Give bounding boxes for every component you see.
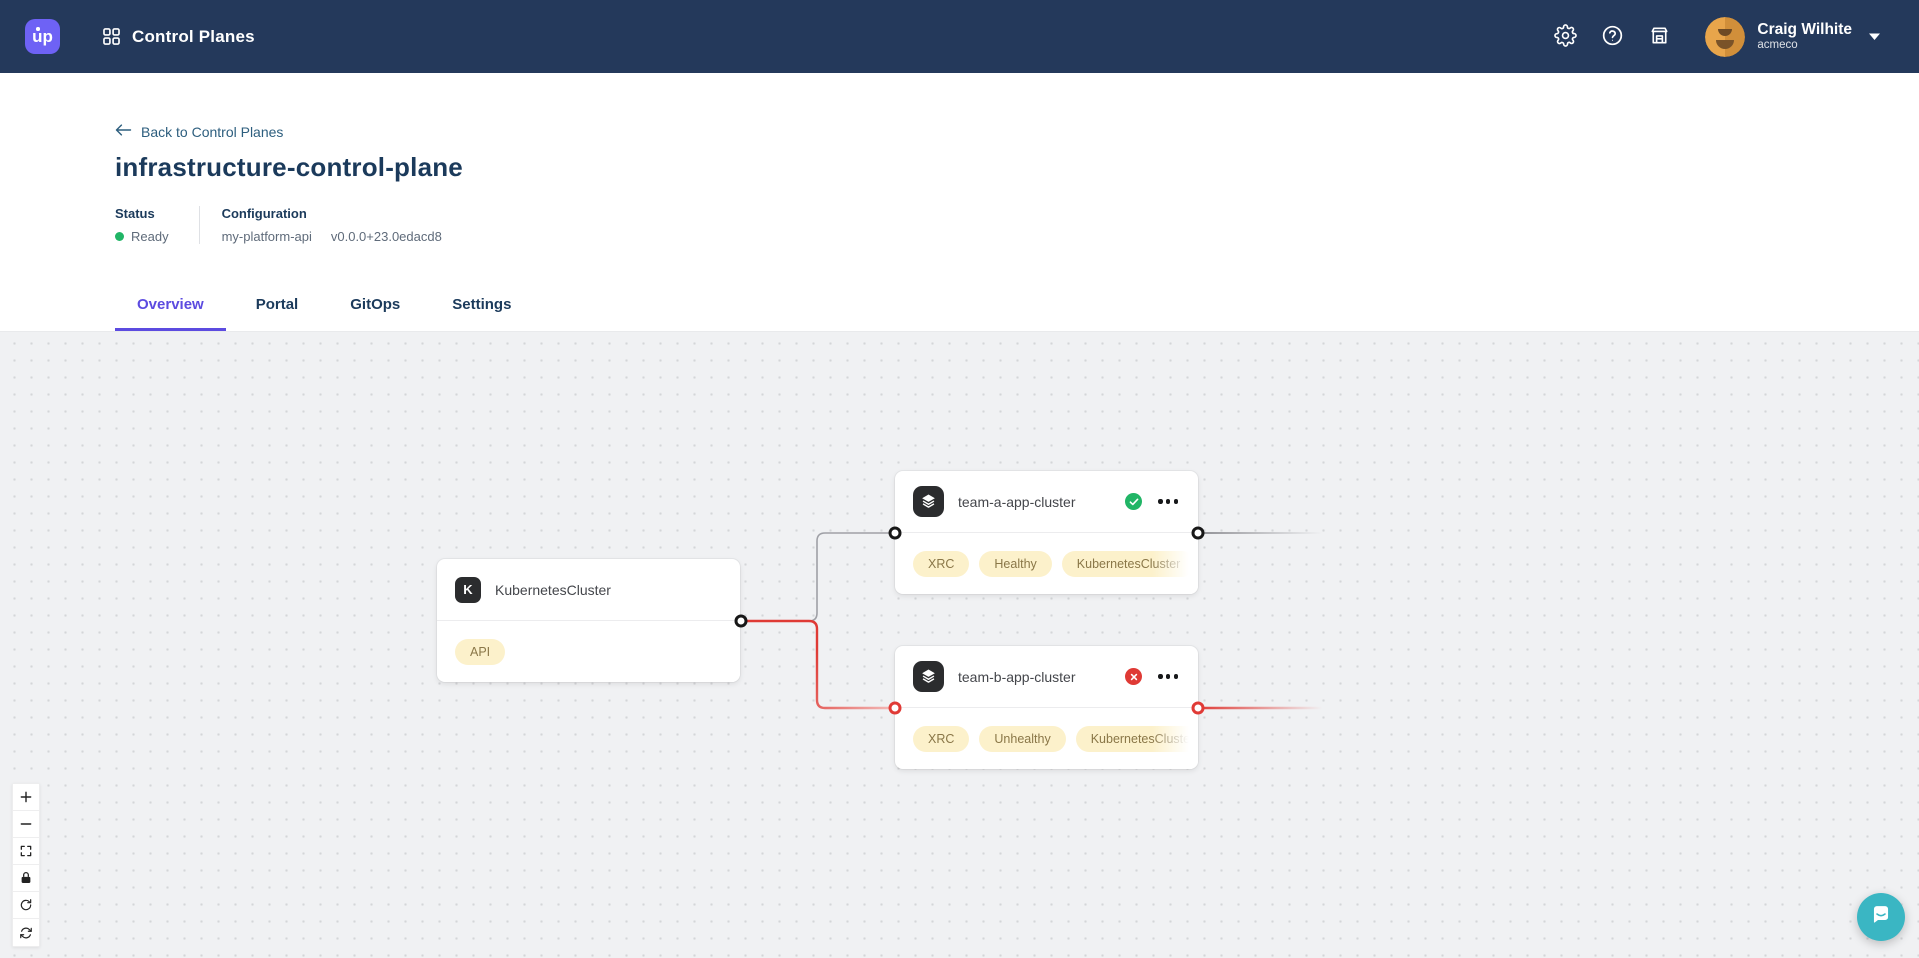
kubernetes-k-icon: K bbox=[455, 577, 481, 603]
tag-xrc: XRC bbox=[913, 726, 969, 752]
tag-kubernetescluster: KubernetesCluster bbox=[1062, 551, 1196, 577]
back-link[interactable]: Back to Control Planes bbox=[115, 123, 283, 140]
storefront-icon bbox=[1648, 24, 1671, 50]
logo-text: up bbox=[32, 27, 53, 47]
rotate-icon bbox=[19, 898, 33, 912]
back-link-label: Back to Control Planes bbox=[141, 124, 283, 140]
page-header: Back to Control Planes infrastructure-co… bbox=[0, 73, 1919, 332]
tab-overview[interactable]: Overview bbox=[115, 284, 226, 331]
tab-bar: Overview Portal GitOps Settings bbox=[115, 284, 533, 331]
status-ready-dot bbox=[115, 232, 124, 241]
tag-xrc: XRC bbox=[913, 551, 969, 577]
graph-edges bbox=[0, 332, 1919, 958]
status-label: Status bbox=[115, 206, 169, 221]
healthy-check-icon bbox=[1125, 493, 1142, 510]
tab-gitops[interactable]: GitOps bbox=[328, 284, 422, 331]
app-title: Control Planes bbox=[132, 27, 255, 47]
fit-view-icon bbox=[19, 844, 33, 858]
chat-launcher-button[interactable] bbox=[1857, 893, 1905, 941]
settings-button[interactable] bbox=[1554, 24, 1577, 50]
configuration-package: my-platform-api bbox=[222, 229, 312, 244]
status-value: Ready bbox=[131, 229, 169, 244]
edge-to-team-a bbox=[741, 533, 895, 621]
rotate-button[interactable] bbox=[13, 892, 39, 919]
tag-kubernetescluster: KubernetesCluster bbox=[1076, 726, 1198, 752]
node-team-b-app-cluster[interactable]: team-b-app-cluster XRC Unhealthy Kuberne… bbox=[895, 646, 1198, 769]
node-title: team-a-app-cluster bbox=[958, 494, 1076, 510]
tag-api: API bbox=[455, 639, 505, 665]
configuration-section: Configuration my-platform-api v0.0.0+23.… bbox=[199, 206, 472, 244]
handle-team-b-out[interactable] bbox=[1192, 702, 1205, 715]
sync-icon bbox=[19, 926, 33, 940]
handle-team-a-out[interactable] bbox=[1192, 527, 1205, 540]
arrow-left-icon bbox=[115, 123, 132, 140]
chat-bubble-icon bbox=[1868, 903, 1894, 932]
gear-icon bbox=[1554, 24, 1577, 50]
tab-settings[interactable]: Settings bbox=[430, 284, 533, 331]
tag-healthy: Healthy bbox=[979, 551, 1051, 577]
layers-icon bbox=[913, 486, 944, 517]
control-planes-grid-icon bbox=[102, 27, 121, 46]
unhealthy-x-icon bbox=[1125, 668, 1142, 685]
node-menu-button[interactable] bbox=[1156, 670, 1180, 682]
handle-kubernetescluster-out[interactable] bbox=[735, 615, 748, 628]
node-menu-button[interactable] bbox=[1156, 495, 1180, 507]
tab-portal[interactable]: Portal bbox=[234, 284, 321, 331]
avatar bbox=[1705, 17, 1745, 57]
top-navbar: up Control Planes bbox=[0, 0, 1919, 73]
user-org: acmeco bbox=[1757, 39, 1852, 52]
layers-icon bbox=[913, 661, 944, 692]
sync-button[interactable] bbox=[13, 919, 39, 946]
tag-unhealthy: Unhealthy bbox=[979, 726, 1065, 752]
node-title: KubernetesCluster bbox=[495, 582, 611, 598]
edge-to-team-b bbox=[741, 621, 895, 708]
canvas-controls bbox=[12, 783, 40, 947]
configuration-label: Configuration bbox=[222, 206, 442, 221]
user-name: Craig Wilhite bbox=[1757, 21, 1852, 39]
node-team-a-app-cluster[interactable]: team-a-app-cluster XRC Healthy Kubernete… bbox=[895, 471, 1198, 594]
user-menu[interactable]: Craig Wilhite acmeco bbox=[1705, 17, 1881, 57]
node-title: team-b-app-cluster bbox=[958, 669, 1076, 685]
configuration-version: v0.0.0+23.0edacd8 bbox=[331, 229, 442, 244]
help-icon bbox=[1601, 24, 1624, 50]
lock-button[interactable] bbox=[13, 865, 39, 892]
zoom-in-button[interactable] bbox=[13, 784, 39, 811]
handle-team-b-in[interactable] bbox=[889, 702, 902, 715]
upbound-logo[interactable]: up bbox=[25, 19, 60, 54]
plus-icon bbox=[19, 790, 33, 804]
help-button[interactable] bbox=[1601, 24, 1624, 50]
handle-team-a-in[interactable] bbox=[889, 527, 902, 540]
node-kubernetescluster[interactable]: K KubernetesCluster API bbox=[437, 559, 740, 682]
minus-icon bbox=[19, 817, 33, 831]
fit-view-button[interactable] bbox=[13, 838, 39, 865]
lock-icon bbox=[19, 871, 33, 885]
marketplace-button[interactable] bbox=[1648, 24, 1671, 50]
chevron-down-icon bbox=[1868, 32, 1881, 41]
status-section: Status Ready bbox=[115, 206, 199, 244]
zoom-out-button[interactable] bbox=[13, 811, 39, 838]
meta-row: Status Ready Configuration my-platform-a… bbox=[115, 206, 1919, 244]
page-title: infrastructure-control-plane bbox=[115, 152, 1919, 183]
resource-graph-canvas[interactable]: K KubernetesCluster API team-a-app-clust… bbox=[0, 332, 1919, 958]
